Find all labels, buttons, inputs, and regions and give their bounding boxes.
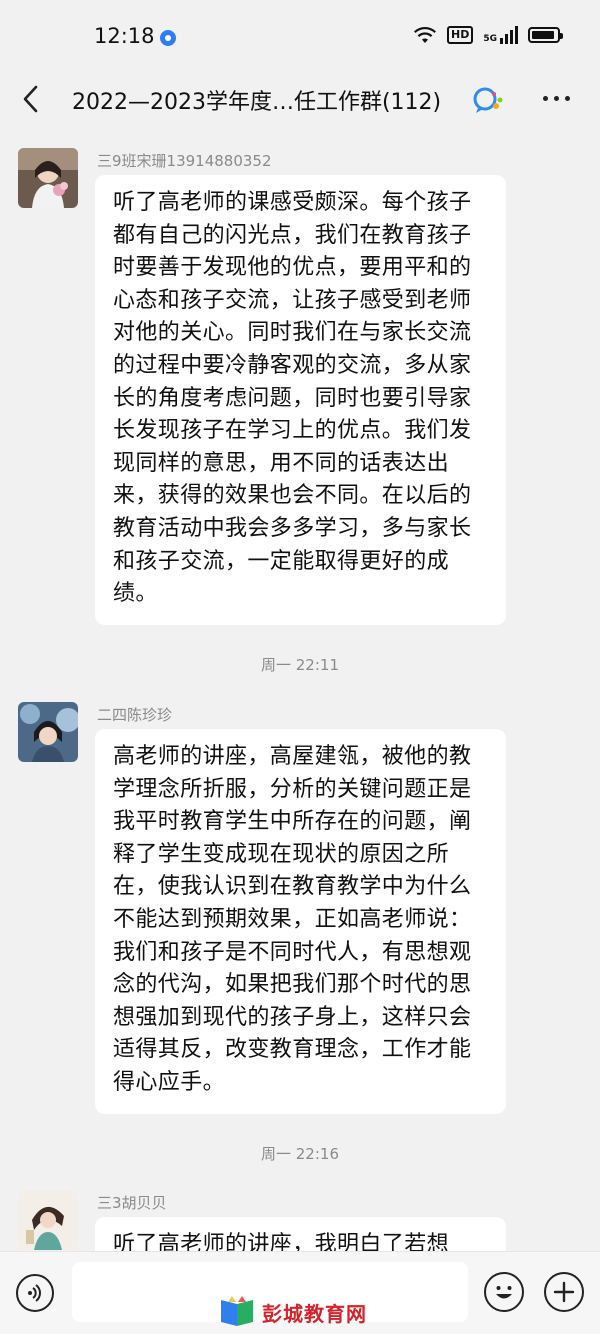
more-dots-icon[interactable] [543,96,570,101]
group-badge-icon[interactable] [470,86,504,114]
watermark: 彭城教育网 [218,1294,367,1330]
network-type: 5G [483,34,497,44]
back-button[interactable] [18,82,44,116]
system-icons: HD 5G [413,26,563,44]
notification-icon [160,30,176,46]
battery-icon [528,27,563,43]
watermark-text: 彭城教育网 [262,1301,367,1326]
message-bubble[interactable]: 高老师的讲座，高屋建瓴，被他的教学理念所折服，分析的关键问题正是我平时教育学生中… [95,729,506,1114]
chat-title: 2022—2023学年度…任工作群(112) [72,90,442,115]
sender-name: 二四陈珍珍 [97,706,173,724]
wifi-icon [414,26,436,43]
emoji-icon[interactable] [484,1272,524,1312]
avatar[interactable] [18,1190,78,1250]
input-bar: 彭城教育网 [0,1251,600,1334]
avatar[interactable] [18,148,78,208]
hd-icon: HD [447,26,474,44]
avatar[interactable] [18,702,78,762]
status-bar: 12:18 HD 5G [0,0,600,72]
sender-name: 三3胡贝贝 [97,1194,167,1212]
message-bubble[interactable]: 听了高老师的课感受颇深。每个孩子都有自己的闪光点，我们在教育孩子时要善于发现他的… [95,175,506,625]
cellular-signal-icon: 5G [483,26,518,44]
message-timestamp: 周一 22:11 [261,656,339,674]
plus-icon[interactable] [544,1272,584,1312]
chat-header: 2022—2023学年度…任工作群(112) [0,72,600,128]
message-timestamp: 周一 22:16 [261,1145,339,1163]
sender-name: 三9班宋珊13914880352 [97,152,272,170]
book-logo-icon [221,1296,253,1326]
clock: 12:18 [94,24,155,48]
voice-icon[interactable] [16,1274,54,1312]
